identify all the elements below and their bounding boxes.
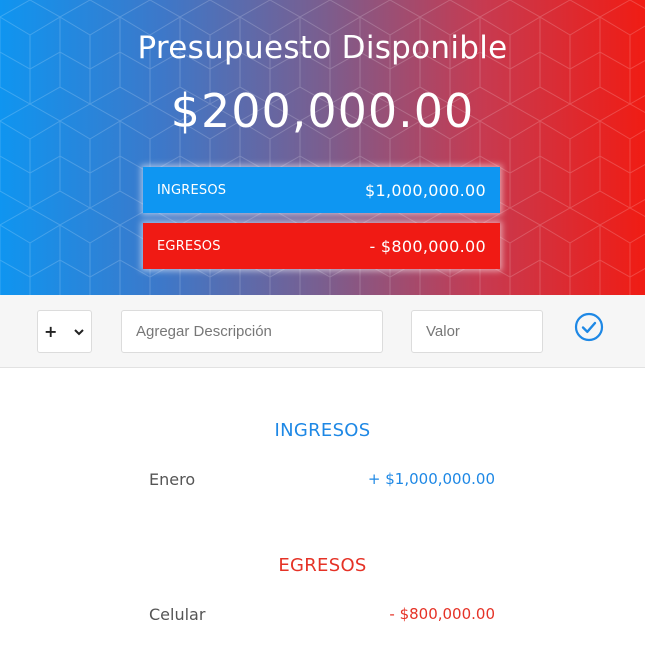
available-budget-amount: $200,000.00 — [170, 84, 475, 138]
income-summary: INGRESOS $1,000,000.00 — [143, 167, 500, 213]
expense-list-title: EGRESOS — [278, 555, 367, 576]
expense-item-value: - $800,000.00 — [389, 605, 495, 623]
income-summary-label: INGRESOS — [157, 182, 227, 198]
expense-item-description: Celular — [149, 605, 206, 624]
budget-title: Presupuesto Disponible — [137, 30, 508, 66]
income-list-title: INGRESOS — [274, 420, 371, 441]
income-list-item: Enero + $1,000,000.00 — [149, 470, 495, 492]
expense-summary-label: EGRESOS — [157, 238, 221, 254]
budget-header: Presupuesto Disponible $200,000.00 INGRE… — [0, 0, 645, 295]
check-circle-icon — [574, 312, 604, 342]
type-select-value: + — [44, 322, 58, 341]
expense-list-item: Celular - $800,000.00 — [149, 605, 495, 627]
income-item-value: + $1,000,000.00 — [367, 470, 495, 488]
type-select[interactable]: + — [37, 310, 92, 353]
chevron-down-icon — [74, 328, 84, 335]
expense-summary-value: - $800,000.00 — [369, 236, 486, 256]
add-entry-button[interactable] — [573, 311, 605, 343]
expense-summary: EGRESOS - $800,000.00 — [143, 223, 500, 269]
add-entry-bar: + — [0, 295, 645, 368]
value-input[interactable] — [411, 310, 543, 353]
income-summary-value: $1,000,000.00 — [365, 180, 486, 200]
income-item-description: Enero — [149, 470, 196, 489]
description-input[interactable] — [121, 310, 383, 353]
